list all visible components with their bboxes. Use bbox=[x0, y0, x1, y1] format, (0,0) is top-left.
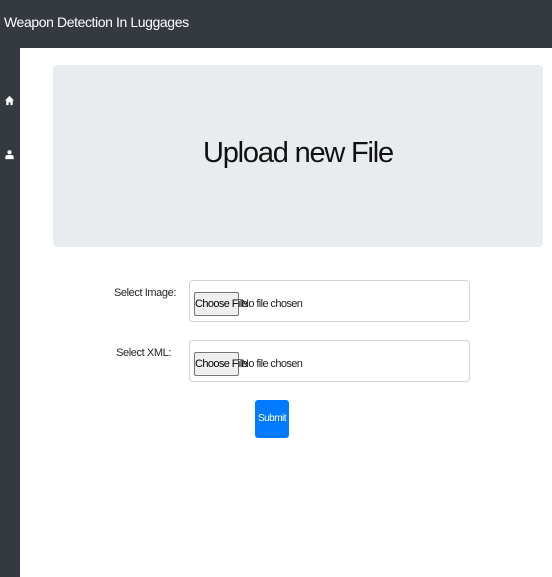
user-upload-icon[interactable] bbox=[4, 149, 15, 160]
page-heading: Upload new File bbox=[203, 137, 394, 169]
choose-image-file-button[interactable]: Choose File bbox=[194, 292, 248, 316]
upload-banner: Upload new File bbox=[53, 65, 543, 247]
select-image-label: Select Image: bbox=[113, 287, 176, 299]
choose-xml-file-button[interactable]: Choose File bbox=[194, 352, 248, 376]
app-title[interactable]: Weapon Detection In Luggages bbox=[4, 14, 189, 30]
xml-file-status: No file chosen bbox=[241, 358, 303, 370]
select-xml-label: Select XML: bbox=[116, 347, 171, 359]
image-file-status: No file chosen bbox=[241, 298, 303, 310]
home-icon[interactable] bbox=[4, 95, 15, 106]
submit-button[interactable]: Submit bbox=[255, 400, 289, 438]
image-file-input[interactable]: Choose File No file chosen bbox=[189, 280, 470, 322]
sidebar bbox=[0, 48, 20, 577]
top-navbar: Weapon Detection In Luggages bbox=[0, 0, 552, 48]
xml-file-input[interactable]: Choose File No file chosen bbox=[189, 340, 470, 382]
